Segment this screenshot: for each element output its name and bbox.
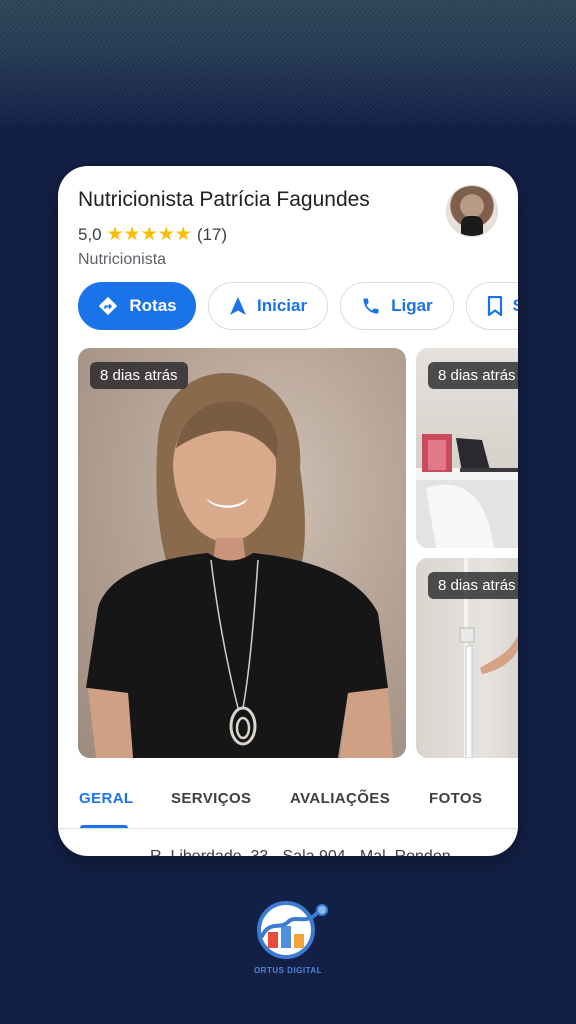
portrait-illustration xyxy=(86,372,393,758)
background-texture xyxy=(0,0,576,125)
save-button[interactable]: S xyxy=(465,282,518,330)
rating-row[interactable]: 5,0 ★★★★★ (17) xyxy=(78,223,227,246)
photo-scale[interactable]: 8 dias atrás xyxy=(416,558,518,758)
business-name: Nutricionista Patrícia Fagundes xyxy=(78,188,370,211)
tabs-divider xyxy=(58,828,518,829)
save-label: S xyxy=(513,296,518,316)
business-category: Nutricionista xyxy=(78,251,167,268)
photo-time-badge: 8 dias atrás xyxy=(90,362,188,389)
directions-label: Rotas xyxy=(129,296,177,315)
star-rating-icon: ★★★★★ xyxy=(106,224,192,245)
call-label: Ligar xyxy=(391,296,433,315)
brand-name: ORTUS DIGITAL xyxy=(253,966,323,975)
ortus-logo-icon xyxy=(254,896,330,960)
address-text[interactable]: R. Liberdade, 33 - Sala 904 - Mal. Rondo… xyxy=(150,848,451,856)
tab-services[interactable]: SERVIÇOS xyxy=(171,790,251,807)
navigation-arrow-icon xyxy=(229,296,247,316)
photo-office[interactable]: 8 dias atrás xyxy=(416,348,518,548)
bookmark-icon xyxy=(487,296,503,316)
photo-time-badge: 8 dias atrás xyxy=(428,572,518,599)
rating-value: 5,0 xyxy=(78,224,102,244)
tab-bar: GERAL SERVIÇOS AVALIAÇÕES FOTOS xyxy=(58,778,518,829)
review-count: (17) xyxy=(196,224,228,244)
directions-button[interactable]: Rotas xyxy=(78,282,196,330)
place-card: Nutricionista Patrícia Fagundes 5,0 ★★★★… xyxy=(58,166,518,856)
call-button[interactable]: Ligar xyxy=(340,282,454,330)
directions-icon xyxy=(97,295,119,317)
tab-overview[interactable]: GERAL xyxy=(79,790,134,807)
action-buttons: Rotas Iniciar Ligar S xyxy=(78,282,518,330)
tab-photos[interactable]: FOTOS xyxy=(429,790,482,807)
phone-icon xyxy=(361,296,381,316)
photo-time-badge: 8 dias atrás xyxy=(428,362,518,389)
start-button[interactable]: Iniciar xyxy=(208,282,329,330)
start-label: Iniciar xyxy=(257,296,308,315)
business-avatar[interactable] xyxy=(446,185,498,237)
avatar-figure xyxy=(461,216,483,236)
tab-reviews[interactable]: AVALIAÇÕES xyxy=(290,790,390,807)
photo-main[interactable]: 8 dias atrás xyxy=(78,348,406,758)
